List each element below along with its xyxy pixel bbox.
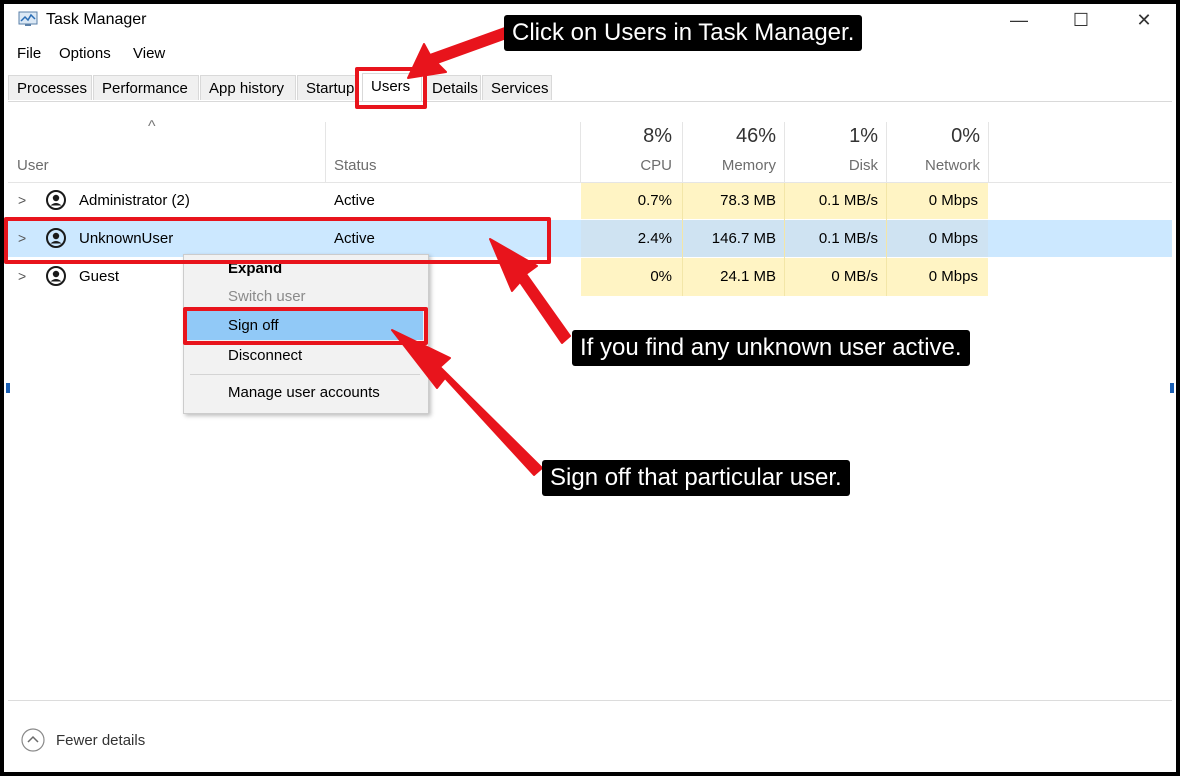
window-title: Task Manager — [46, 11, 147, 28]
user-avatar-icon — [46, 266, 66, 286]
network-value: 0 Mbps — [928, 192, 978, 209]
memory-value: 78.3 MB — [720, 192, 776, 209]
tab-app-history[interactable]: App history — [200, 75, 296, 100]
footer-divider — [8, 700, 1172, 701]
user-name: Guest — [79, 268, 120, 285]
column-divider — [325, 122, 326, 182]
memory-value: 24.1 MB — [720, 268, 776, 285]
menu-item-manage-user-accounts[interactable]: Manage user accounts — [228, 384, 380, 401]
column-divider — [988, 122, 989, 182]
column-header-status[interactable]: Status — [334, 157, 377, 174]
annotation-box-users-tab — [355, 67, 427, 109]
resize-handle-right[interactable] — [1170, 383, 1174, 393]
disk-value: 0.1 MB/s — [818, 230, 878, 247]
memory-total: 46% — [735, 125, 776, 147]
menu-item-switch-user: Switch user — [228, 288, 306, 305]
column-header-memory[interactable]: Memory — [690, 157, 776, 174]
disk-total: 1% — [849, 125, 878, 147]
network-value: 0 Mbps — [928, 230, 978, 247]
callout-sign-off: Sign off that particular user. — [542, 460, 850, 496]
menu-item-disconnect[interactable]: Disconnect — [228, 347, 302, 364]
maximize-button[interactable]: ☐ — [1058, 6, 1104, 34]
user-avatar-icon — [46, 190, 66, 210]
callout-unknown-user: If you find any unknown user active. — [572, 330, 970, 366]
menu-separator — [190, 374, 420, 375]
column-header-disk[interactable]: Disk — [790, 157, 878, 174]
menu-view[interactable]: View — [133, 45, 165, 62]
disk-value: 0.1 MB/s — [818, 192, 878, 209]
menu-file[interactable]: File — [17, 45, 41, 62]
annotation-box-sign-off — [183, 307, 428, 345]
screenshot-frame — [0, 0, 1180, 776]
minimize-button[interactable]: — — [996, 6, 1042, 34]
annotation-box-unknown-user — [4, 217, 551, 264]
column-header-cpu[interactable]: CPU — [590, 157, 672, 174]
user-status: Active — [334, 192, 375, 209]
menu-options[interactable]: Options — [59, 45, 111, 62]
user-name: Administrator (2) — [79, 192, 190, 209]
disk-value: 0 MB/s — [831, 268, 878, 285]
memory-value: 146.7 MB — [711, 230, 776, 247]
cpu-value: 0.7% — [637, 192, 672, 209]
column-divider — [784, 122, 785, 182]
chevron-right-icon[interactable]: > — [18, 268, 26, 284]
chevron-right-icon[interactable]: > — [18, 192, 26, 208]
column-divider — [682, 122, 683, 182]
tab-startup[interactable]: Startup — [297, 75, 359, 100]
column-divider — [580, 122, 581, 182]
resize-handle-left[interactable] — [6, 383, 10, 393]
callout-click-users: Click on Users in Task Manager. — [504, 15, 863, 51]
chevron-up-circle-icon[interactable] — [21, 728, 45, 752]
column-header-network[interactable]: Network — [890, 157, 980, 174]
task-manager-icon — [18, 11, 38, 26]
tab-processes[interactable]: Processes — [8, 75, 92, 100]
network-total: 0% — [951, 125, 980, 147]
close-button[interactable]: ✕ — [1121, 6, 1167, 34]
column-divider — [886, 122, 887, 182]
cpu-value: 2.4% — [637, 230, 672, 247]
column-header-user[interactable]: User — [17, 157, 49, 174]
tab-details[interactable]: Details — [423, 75, 481, 100]
cpu-value: 0% — [650, 268, 672, 285]
cpu-total: 8% — [643, 125, 672, 147]
fewer-details-link[interactable]: Fewer details — [56, 732, 145, 749]
tab-performance[interactable]: Performance — [93, 75, 199, 100]
tab-services[interactable]: Services — [482, 75, 552, 100]
sort-indicator: ^ — [148, 118, 156, 135]
network-value: 0 Mbps — [928, 268, 978, 285]
